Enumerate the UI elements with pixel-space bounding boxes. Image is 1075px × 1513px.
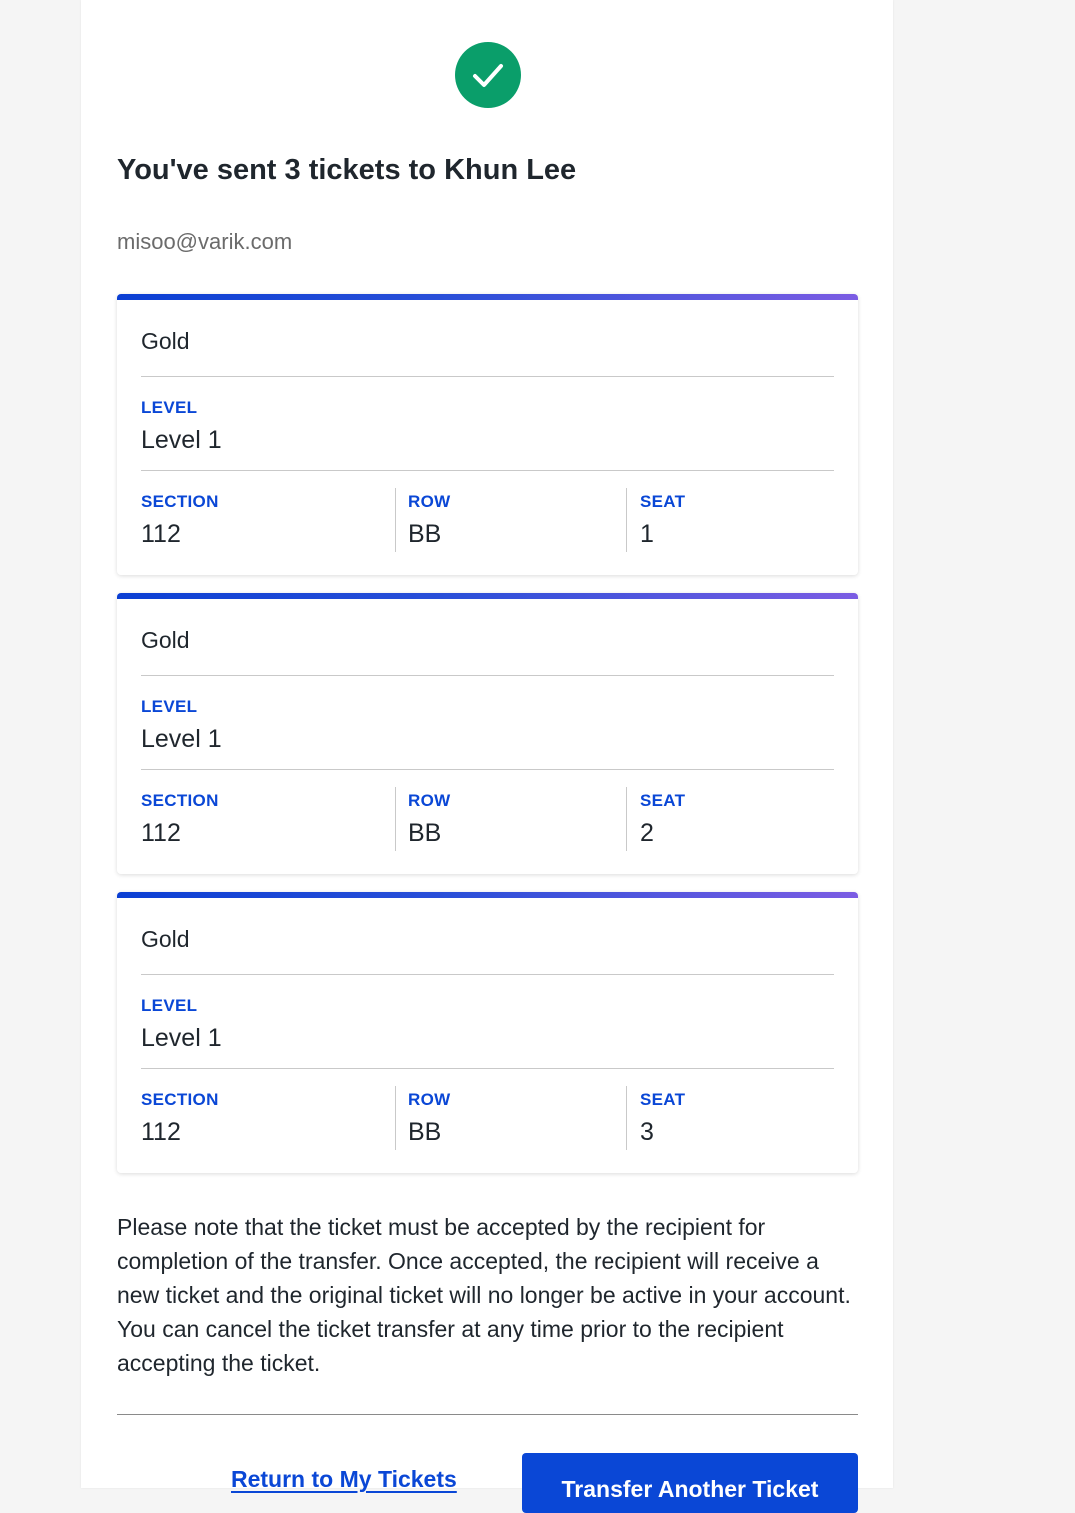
column-separator bbox=[626, 787, 627, 851]
ticket-type: Gold bbox=[141, 627, 190, 653]
row-label: ROW bbox=[408, 1090, 451, 1109]
ticket-type: Gold bbox=[141, 926, 190, 952]
recipient-email: misoo@varik.com bbox=[117, 229, 293, 254]
column-separator bbox=[395, 787, 396, 851]
seat-label: SEAT bbox=[640, 1090, 686, 1109]
divider bbox=[141, 974, 834, 975]
ticket-list: Gold LEVEL Level 1 SECTION 112 ROW BB SE… bbox=[117, 294, 858, 1191]
row-value: BB bbox=[408, 520, 442, 548]
level-value: Level 1 bbox=[141, 725, 222, 753]
section-label: SECTION bbox=[141, 1090, 219, 1109]
divider bbox=[141, 470, 834, 471]
ticket-type: Gold bbox=[141, 328, 190, 354]
ticket-accent-bar bbox=[117, 892, 858, 898]
ticket-accent-bar bbox=[117, 294, 858, 300]
transfer-note: Please note that the ticket must be acce… bbox=[117, 1214, 851, 1376]
section-value: 112 bbox=[141, 1118, 181, 1146]
row-value: BB bbox=[408, 819, 442, 847]
column-separator bbox=[626, 488, 627, 552]
check-circle-icon bbox=[455, 42, 521, 108]
confirmation-panel: You've sent 3 tickets to Khun Lee misoo@… bbox=[81, 0, 893, 1513]
divider bbox=[141, 1068, 834, 1069]
page-title: You've sent 3 tickets to Khun Lee bbox=[117, 154, 577, 186]
section-label: SECTION bbox=[141, 791, 219, 810]
level-value: Level 1 bbox=[141, 426, 222, 454]
column-separator bbox=[395, 1086, 396, 1150]
seat-label: SEAT bbox=[640, 492, 686, 511]
ticket-card: Gold LEVEL Level 1 SECTION 112 ROW BB SE… bbox=[117, 294, 858, 575]
row-label: ROW bbox=[408, 791, 451, 810]
section-value: 112 bbox=[141, 520, 181, 548]
section-label: SECTION bbox=[141, 492, 219, 511]
seat-value: 2 bbox=[640, 819, 654, 847]
divider bbox=[141, 769, 834, 770]
section-value: 112 bbox=[141, 819, 181, 847]
checkmark-icon bbox=[473, 64, 503, 87]
row-value: BB bbox=[408, 1118, 442, 1146]
seat-value: 1 bbox=[640, 520, 654, 548]
footer-divider bbox=[117, 1414, 858, 1415]
ticket-card: Gold LEVEL Level 1 SECTION 112 ROW BB SE… bbox=[117, 892, 858, 1173]
column-separator bbox=[395, 488, 396, 552]
row-label: ROW bbox=[408, 492, 451, 511]
divider bbox=[141, 376, 834, 377]
ticket-accent-bar bbox=[117, 593, 858, 599]
level-value: Level 1 bbox=[141, 1024, 222, 1052]
transfer-another-ticket-button[interactable]: Transfer Another Ticket bbox=[522, 1453, 858, 1513]
ticket-card: Gold LEVEL Level 1 SECTION 112 ROW BB SE… bbox=[117, 593, 858, 874]
divider bbox=[141, 675, 834, 676]
level-label: LEVEL bbox=[141, 697, 198, 716]
seat-label: SEAT bbox=[640, 791, 686, 810]
level-label: LEVEL bbox=[141, 996, 198, 1015]
return-to-my-tickets-link[interactable]: Return to My Tickets bbox=[231, 1464, 457, 1494]
column-separator bbox=[626, 1086, 627, 1150]
seat-value: 3 bbox=[640, 1118, 654, 1146]
level-label: LEVEL bbox=[141, 398, 198, 417]
